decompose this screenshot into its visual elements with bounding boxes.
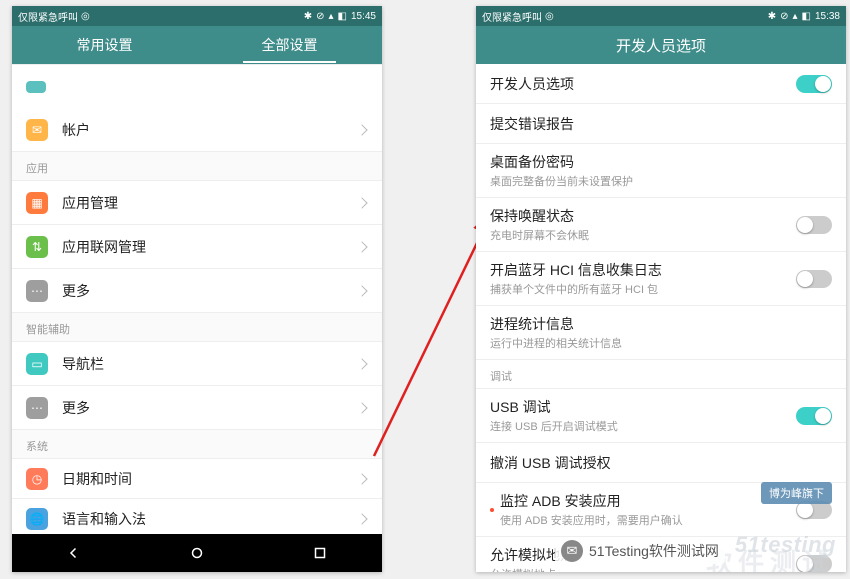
android-nav-bar [12, 534, 382, 572]
phone-left-screenshot: 仅限紧急呼叫◎ ✱⊘▴◧15:45 常用设置 全部设置 ✉ 帐户 应用 ▦ 应用… [12, 6, 382, 572]
status-time: 15:45 [351, 11, 376, 22]
settings-content: ✉ 帐户 应用 ▦ 应用管理 ⇅ 应用联网管理 ⋯ 更多 智能辅助 ▭ 导航栏 … [12, 64, 382, 534]
settings-item-account[interactable]: ✉ 帐户 [12, 108, 382, 152]
settings-item-more-apps[interactable]: ⋯ 更多 [12, 269, 382, 313]
chevron-right-icon [356, 473, 367, 484]
chevron-right-icon [356, 285, 367, 296]
revoke-usb-row[interactable]: 撤消 USB 调试授权 [476, 443, 846, 483]
stay-awake-toggle[interactable] [796, 216, 832, 234]
dev-enable-row[interactable]: 开发人员选项 [476, 64, 846, 104]
section-header-system: 系统 [12, 430, 382, 459]
network-icon: ⇅ [26, 236, 48, 258]
more-icon: ⋯ [26, 397, 48, 419]
bug-report-row[interactable]: 提交错误报告 [476, 104, 846, 144]
clock-icon: ◷ [26, 468, 48, 490]
status-emergency: 仅限紧急呼叫 [18, 9, 78, 24]
tab-all-settings[interactable]: 全部设置 [197, 27, 382, 63]
process-stats-row[interactable]: 进程统计信息运行中进程的相关统计信息 [476, 306, 846, 360]
status-time: 15:38 [815, 11, 840, 22]
settings-item-app-management[interactable]: ▦ 应用管理 [12, 181, 382, 225]
section-header-apps: 应用 [12, 152, 382, 181]
nav-home[interactable] [135, 534, 258, 572]
bt-hci-row[interactable]: 开启蓝牙 HCI 信息收集日志捕获单个文件中的所有蓝牙 HCI 包 [476, 252, 846, 306]
usb-debug-row[interactable]: USB 调试连接 USB 后开启调试模式 [476, 389, 846, 443]
navbar-icon: ▭ [26, 353, 48, 375]
wechat-icon: ✉ [561, 540, 583, 562]
language-icon: 🌐 [26, 508, 48, 530]
backup-password-row[interactable]: 桌面备份密码桌面完整备份当前未设置保护 [476, 144, 846, 198]
settings-item-more-assist[interactable]: ⋯ 更多 [12, 386, 382, 430]
tab-common-settings[interactable]: 常用设置 [12, 27, 197, 63]
settings-item-app-network[interactable]: ⇅ 应用联网管理 [12, 225, 382, 269]
developer-options-header: 开发人员选项 [476, 26, 846, 64]
phone-right-screenshot: 仅限紧急呼叫◎ ✱⊘▴◧15:38 开发人员选项 开发人员选项 提交错误报告 桌… [476, 6, 846, 572]
attention-dot-icon [490, 508, 494, 512]
bt-hci-toggle[interactable] [796, 270, 832, 288]
settings-item-lang-input[interactable]: 🌐 语言和输入法 [12, 499, 382, 534]
status-bar: 仅限紧急呼叫◎ ✱⊘▴◧15:45 [12, 6, 382, 26]
account-icon: ✉ [26, 119, 48, 141]
more-icon: ⋯ [26, 280, 48, 302]
chevron-right-icon [356, 197, 367, 208]
wechat-label: 51Testing软件测试网 [589, 541, 719, 561]
status-emergency: 仅限紧急呼叫 [482, 9, 542, 24]
wechat-footer: ✉ 51Testing软件测试网 [555, 538, 725, 564]
settings-header: 常用设置 全部设置 [12, 26, 382, 64]
chevron-right-icon [356, 358, 367, 369]
nav-back[interactable] [12, 534, 135, 572]
chevron-right-icon [356, 241, 367, 252]
apps-icon: ▦ [26, 192, 48, 214]
chevron-right-icon [356, 513, 367, 524]
section-header-assist: 智能辅助 [12, 313, 382, 342]
settings-item-navbar[interactable]: ▭ 导航栏 [12, 342, 382, 386]
nav-recent[interactable] [259, 534, 382, 572]
chevron-right-icon [356, 124, 367, 135]
dev-enable-toggle[interactable] [796, 75, 832, 93]
stay-awake-row[interactable]: 保持唤醒状态充电时屏幕不会休眠 [476, 198, 846, 252]
chevron-right-icon [356, 402, 367, 413]
mock-location-toggle[interactable] [796, 555, 832, 573]
status-bar: 仅限紧急呼叫◎ ✱⊘▴◧15:38 [476, 6, 846, 26]
settings-item-datetime[interactable]: ◷ 日期和时间 [12, 459, 382, 499]
page-title: 开发人员选项 [616, 35, 706, 56]
section-header-debug: 调试 [476, 360, 846, 389]
watermark-badge: 博为峰旗下 [761, 482, 832, 504]
list-item[interactable] [12, 64, 382, 108]
usb-debug-toggle[interactable] [796, 407, 832, 425]
